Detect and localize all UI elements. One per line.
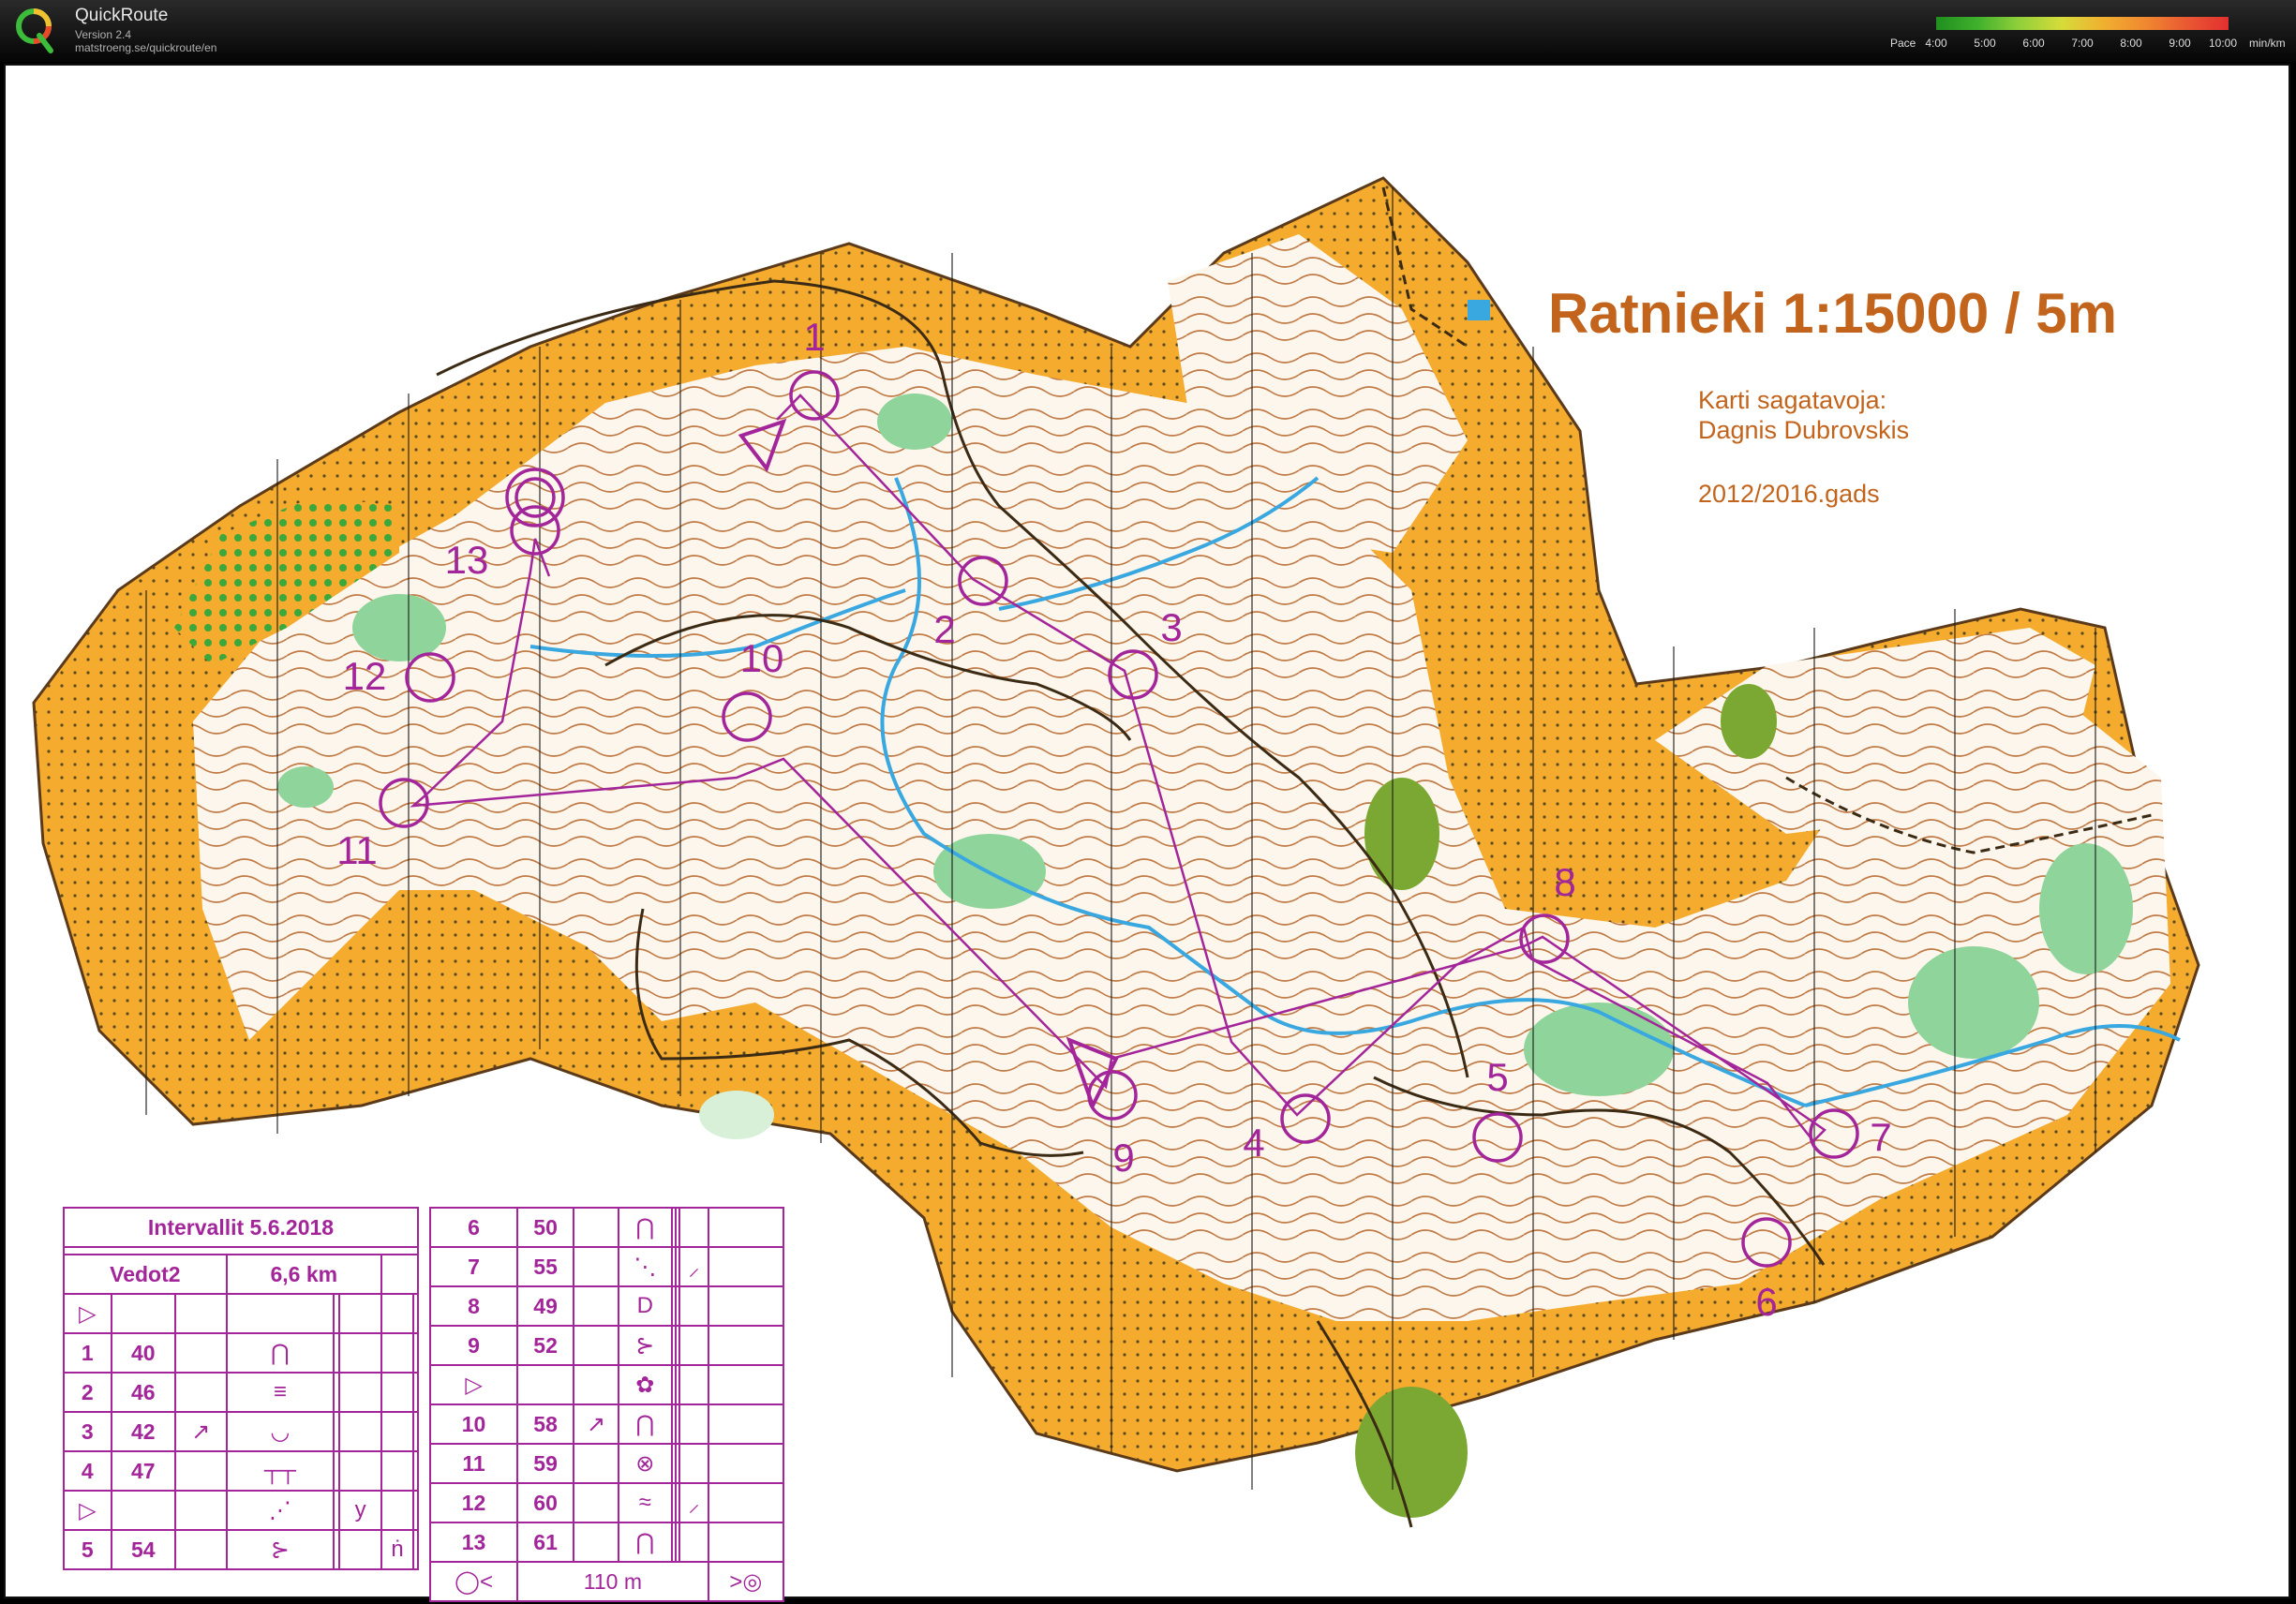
pace-tick: 8:00: [2120, 37, 2142, 50]
control-row-num: 12: [428, 1482, 519, 1523]
control-number: 2: [933, 607, 956, 651]
depression-symbol-icon: ◡: [225, 1411, 335, 1452]
control-row-num: 13: [428, 1522, 519, 1563]
control-row-num: 7: [428, 1246, 519, 1287]
arrow-ne-icon: ↗: [173, 1411, 228, 1452]
knoll-symbol-icon: ⋂: [225, 1332, 335, 1374]
control-row-code: 58: [516, 1404, 575, 1445]
reentrant-symbol-icon: D: [618, 1285, 673, 1327]
app-titlebar: QuickRoute Version 2.4 matstroeng.se/qui…: [0, 0, 2296, 62]
map-edition: 2012/2016.gads: [1698, 480, 1880, 508]
knoll-symbol-icon: ⋂: [618, 1404, 673, 1445]
control-description-sheet-left: Intervallit 5.6.2018 Vedot2 6,6 km ▷ 1 40…: [63, 1207, 420, 1570]
pick-symbol-icon: ⸝: [678, 1246, 709, 1287]
map-credit-label: Karti sagatavoja:: [1698, 386, 1887, 414]
control-row-num: 4: [63, 1450, 112, 1492]
app-url-link[interactable]: matstroeng.se/quickroute/en: [75, 41, 216, 54]
marsh-symbol-icon: ≡: [225, 1372, 335, 1413]
pace-color-scale: [1936, 17, 2229, 30]
pace-tick: 4:00: [1925, 37, 1947, 50]
control-row-code: 52: [516, 1325, 575, 1366]
control-number: 12: [342, 654, 387, 698]
map-title: Ratnieki 1:15000 / 5m: [1548, 282, 2118, 345]
control-row-code: 40: [110, 1332, 176, 1374]
control-row-code: 49: [516, 1285, 575, 1327]
control-row-code: 50: [516, 1207, 575, 1248]
pace-legend: Pace 4:00 5:00 6:00 7:00 8:00 9:00 10:00…: [1884, 13, 2286, 54]
control-row-num: 2: [63, 1372, 112, 1413]
pace-tick: 10:00: [2208, 37, 2238, 50]
control-row-num: 6: [428, 1207, 519, 1248]
pace-tick: 9:00: [2169, 37, 2191, 50]
course-length: 6,6 km: [225, 1254, 382, 1295]
path-symbol-icon: ⋱: [618, 1246, 673, 1287]
control-number: 7: [1870, 1115, 1892, 1159]
control-number: 11: [336, 828, 378, 872]
control-row-num: 1: [63, 1332, 112, 1374]
app-name: QuickRoute: [75, 6, 169, 25]
pace-tick: 6:00: [2022, 37, 2045, 50]
pace-legend-label: Pace: [1890, 37, 1916, 50]
quickroute-q-logo-icon: [16, 8, 53, 53]
event-name: Intervallit 5.6.2018: [63, 1207, 419, 1248]
control-number: 4: [1243, 1121, 1265, 1165]
pick-symbol-icon: ⸝: [678, 1482, 709, 1523]
control-row-code: 59: [516, 1443, 575, 1484]
spur-symbol-icon: ⊱: [225, 1529, 335, 1570]
control-row-code: 54: [110, 1529, 176, 1570]
junction-symbol-icon: y: [338, 1490, 382, 1531]
arrow-ne-icon: ↗: [573, 1404, 620, 1445]
control-row-num: 8: [428, 1285, 519, 1327]
start-symbol-icon: ▷: [428, 1364, 519, 1405]
control-number: 5: [1486, 1055, 1509, 1099]
control-number: 6: [1755, 1280, 1778, 1324]
map-canvas[interactable]: Ratnieki 1:15000 / 5m Karti sagatavoja: …: [4, 64, 2290, 1602]
control-row-code: 55: [516, 1246, 575, 1287]
control-row-code: 47: [110, 1450, 176, 1492]
control-row-num: 11: [428, 1443, 519, 1484]
control-number: 9: [1112, 1136, 1135, 1180]
app-version: Version 2.4: [75, 28, 132, 41]
erosion-symbol-icon: ≈: [618, 1482, 673, 1523]
control-number: 13: [444, 538, 489, 582]
flower-symbol-icon: ✿: [618, 1364, 673, 1405]
control-row-num: 3: [63, 1411, 112, 1452]
control-row-code: 46: [110, 1372, 176, 1413]
control-number: 1: [803, 315, 826, 359]
map-credit-name: Dagnis Dubrovskis: [1698, 416, 1910, 444]
knoll-symbol-icon: ⋂: [618, 1207, 673, 1248]
cliff-symbol-icon: ┬┬: [225, 1450, 335, 1492]
control-number: 10: [739, 636, 784, 680]
course-name: Vedot2: [63, 1254, 228, 1295]
control-row-code: 60: [516, 1482, 575, 1523]
control-row-num: 5: [63, 1529, 112, 1570]
pace-unit: min/km: [2249, 37, 2286, 50]
control-description-sheet-right: 6 50 ⋂ 7 55 ⋱ ⸝ 8 49 D 9 52 ⊱ ▷ ✿ 10 58 ↗ ⋂ 11 59 ⊗ 12 6…: [428, 1207, 785, 1602]
foot-symbol-icon: ṅ: [380, 1529, 415, 1570]
control-row-code: 42: [110, 1411, 176, 1452]
spur-symbol-icon: ⊱: [618, 1325, 673, 1366]
finish-circle-icon: >◎: [707, 1561, 785, 1602]
control-number: 8: [1554, 860, 1576, 904]
finish-start-circle-icon: ◯<: [428, 1561, 519, 1602]
knoll-symbol-icon: ⋂: [618, 1522, 673, 1563]
control-row-num: 9: [428, 1325, 519, 1366]
control-number: 3: [1160, 605, 1183, 649]
control-row-code: 61: [516, 1522, 575, 1563]
path-symbol-icon: ⋰: [225, 1490, 335, 1531]
finish-distance: 110 m: [516, 1561, 709, 1602]
control-row-num: 10: [428, 1404, 519, 1445]
start-symbol-icon: ▷: [63, 1293, 112, 1334]
start-symbol-icon: ▷: [63, 1490, 112, 1531]
pace-tick: 7:00: [2071, 37, 2094, 50]
pace-tick: 5:00: [1974, 37, 1996, 50]
cross-circle-symbol-icon: ⊗: [618, 1443, 673, 1484]
